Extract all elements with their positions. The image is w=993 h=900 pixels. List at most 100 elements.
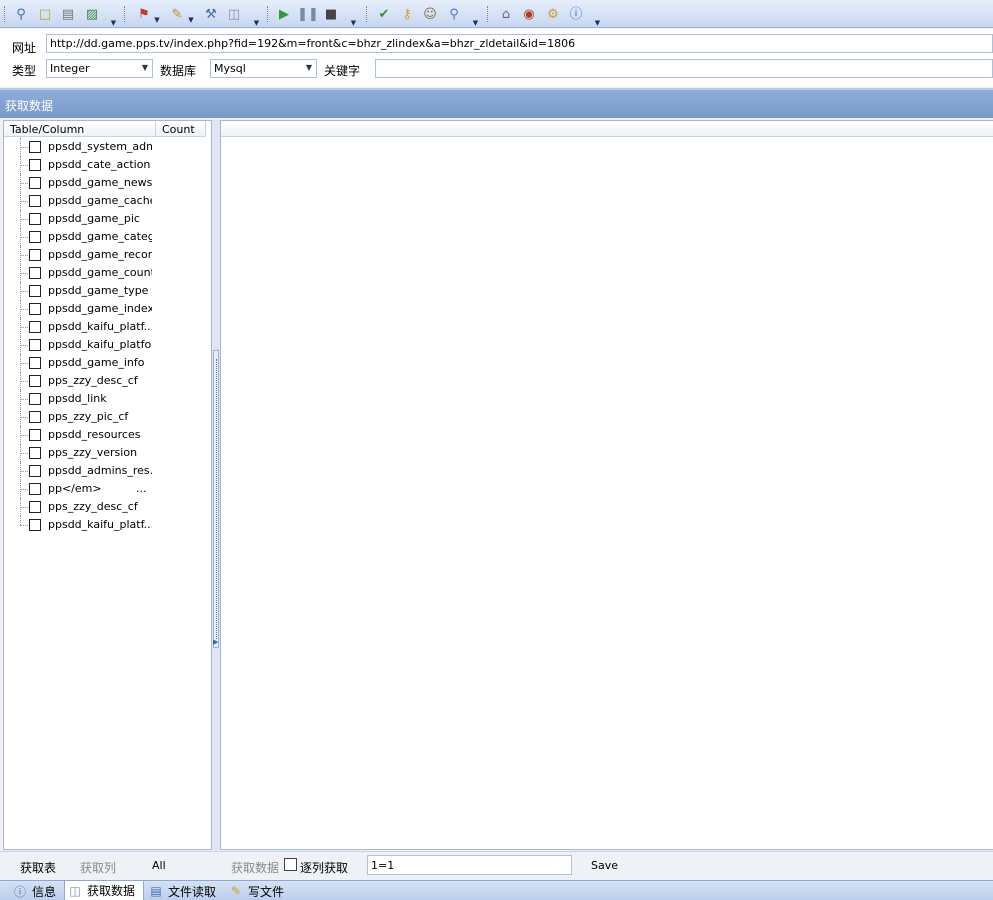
magnifier-icon[interactable]: ⚲	[445, 5, 463, 23]
tab-info[interactable]: ⓘ 信息	[10, 881, 62, 900]
condition-input[interactable]: 1=1	[367, 855, 572, 875]
table-checkbox[interactable]	[29, 195, 41, 207]
table-name: ppsdd_game_category	[48, 230, 152, 243]
tree-row[interactable]: ppsdd_game_cache	[4, 192, 211, 210]
tree-row[interactable]: pps_zzy_desc_cf	[4, 498, 211, 516]
overflow-chevron-icon[interactable]: ▼	[109, 10, 118, 27]
tree-row[interactable]: ppsdd_link	[4, 390, 211, 408]
table-checkbox[interactable]	[29, 519, 41, 531]
table-checkbox[interactable]	[29, 447, 41, 459]
toolbar-grip[interactable]	[124, 6, 127, 22]
column-header-table[interactable]: Table/Column	[4, 121, 156, 137]
tree-row[interactable]: ppsdd_kaifu_platform	[4, 336, 211, 354]
table-checkbox[interactable]	[29, 357, 41, 369]
tree-row[interactable]: ppsdd_system_admin	[4, 138, 211, 156]
gear-icon[interactable]: ⚙	[544, 5, 562, 23]
database-select[interactable]: Mysql ▼	[210, 59, 317, 78]
tree-connector	[20, 201, 28, 202]
table-checkbox[interactable]	[29, 213, 41, 225]
tab-file-read[interactable]: ▤ 文件读取	[146, 881, 224, 900]
save-exit-icon[interactable]: ▨	[83, 5, 101, 23]
flag-menu-icon[interactable]: ⚑	[135, 5, 153, 23]
splitter[interactable]: ◀ ▶	[212, 120, 220, 850]
tree-row[interactable]: ppsdd_kaifu_platf...	[4, 516, 211, 534]
collapse-right-icon[interactable]: ▶	[213, 638, 218, 646]
key-icon[interactable]: ⚷	[398, 5, 416, 23]
dropdown-arrow-icon[interactable]: ▼	[153, 14, 161, 24]
info-icon[interactable]: ⓘ	[567, 5, 585, 23]
table-checkbox[interactable]	[29, 141, 41, 153]
table-checkbox[interactable]	[29, 285, 41, 297]
tree-row[interactable]: ppsdd_game_pic	[4, 210, 211, 228]
tree-row[interactable]: pps_zzy_pic_cf	[4, 408, 211, 426]
column-header-count[interactable]: Count	[156, 121, 206, 137]
type-select[interactable]: Integer ▼	[46, 59, 153, 78]
help-icon[interactable]: ✔	[375, 5, 393, 23]
wrench-icon[interactable]: ⚒	[202, 5, 220, 23]
get-columns-button[interactable]: 获取列	[80, 859, 116, 876]
table-checkbox[interactable]	[29, 483, 41, 495]
tree-row[interactable]: ppsdd_game_count	[4, 264, 211, 282]
url-input[interactable]: http://dd.game.pps.tv/index.php?fid=192&…	[46, 34, 993, 53]
tree-row[interactable]: ppsdd_game_index	[4, 300, 211, 318]
all-button[interactable]: All	[152, 859, 166, 872]
save-button[interactable]: Save	[591, 859, 618, 872]
tree-row[interactable]: pps_zzy_desc_cf	[4, 372, 211, 390]
bug-icon[interactable]: ◉	[520, 5, 538, 23]
tree-row[interactable]: pps_zzy_version	[4, 444, 211, 462]
keyword-label: 关键字	[324, 64, 361, 78]
table-checkbox[interactable]	[29, 393, 41, 405]
table-checkbox[interactable]	[29, 375, 41, 387]
table-checkbox[interactable]	[29, 321, 41, 333]
tab-label: 写文件	[248, 884, 285, 899]
search-icon[interactable]: ⚲	[12, 5, 30, 23]
table-checkbox[interactable]	[29, 339, 41, 351]
tree-row[interactable]: ppsdd_kaifu_platf...	[4, 318, 211, 336]
tree-row[interactable]: ppsdd_admins_res...	[4, 462, 211, 480]
tree-row[interactable]: ppsdd_resources	[4, 426, 211, 444]
table-checkbox[interactable]	[29, 231, 41, 243]
home-icon[interactable]: ⌂	[497, 5, 515, 23]
tree-row[interactable]: pp</em>...	[4, 480, 211, 498]
table-checkbox[interactable]	[29, 267, 41, 279]
toolbar-grip[interactable]	[366, 6, 369, 22]
splitter-grip[interactable]	[213, 350, 219, 648]
tab-get-data[interactable]: ◫ 获取数据	[64, 881, 144, 900]
tree-row[interactable]: ppsdd_game_info	[4, 354, 211, 372]
tree-row[interactable]: ppsdd_game_recommend	[4, 246, 211, 264]
tree-row[interactable]: ppsdd_game_category	[4, 228, 211, 246]
per-column-checkbox[interactable]	[284, 858, 297, 871]
table-checkbox[interactable]	[29, 411, 41, 423]
tree-row[interactable]: ppsdd_cate_action	[4, 156, 211, 174]
table-checkbox[interactable]	[29, 501, 41, 513]
table-checkbox[interactable]	[29, 303, 41, 315]
document-icon[interactable]: ▤	[59, 5, 77, 23]
dropdown-arrow-icon[interactable]: ▼	[187, 14, 195, 24]
table-checkbox[interactable]	[29, 159, 41, 171]
play-icon[interactable]: ▶	[275, 5, 293, 23]
get-data-button[interactable]: 获取数据	[231, 859, 279, 876]
database-icon[interactable]: ◫	[225, 5, 243, 23]
pause-icon[interactable]: ❚❚	[297, 5, 319, 23]
get-tables-button[interactable]: 获取表	[20, 859, 56, 876]
table-checkbox[interactable]	[29, 177, 41, 189]
keyword-input[interactable]	[375, 59, 993, 78]
table-name: ppsdd_admins_res...	[48, 464, 152, 477]
toolbar-grip[interactable]	[4, 6, 7, 22]
overflow-chevron-icon[interactable]: ▼	[471, 10, 480, 27]
tree-row[interactable]: ppsdd_game_type	[4, 282, 211, 300]
overflow-chevron-icon[interactable]: ▼	[252, 10, 261, 27]
overflow-chevron-icon[interactable]: ▼	[593, 10, 602, 27]
tools-menu-icon[interactable]: ✎	[168, 5, 186, 23]
users-icon[interactable]: ☺	[421, 5, 439, 23]
table-checkbox[interactable]	[29, 429, 41, 441]
table-checkbox[interactable]	[29, 249, 41, 261]
tree-row[interactable]: ppsdd_game_news	[4, 174, 211, 192]
table-checkbox[interactable]	[29, 465, 41, 477]
stop-icon[interactable]: ■	[322, 5, 340, 23]
toolbar-grip[interactable]	[487, 6, 490, 22]
tab-write-file[interactable]: ✎ 写文件	[226, 881, 292, 900]
overflow-chevron-icon[interactable]: ▼	[349, 10, 358, 27]
open-icon[interactable]: □	[36, 5, 54, 23]
toolbar-grip[interactable]	[267, 6, 270, 22]
